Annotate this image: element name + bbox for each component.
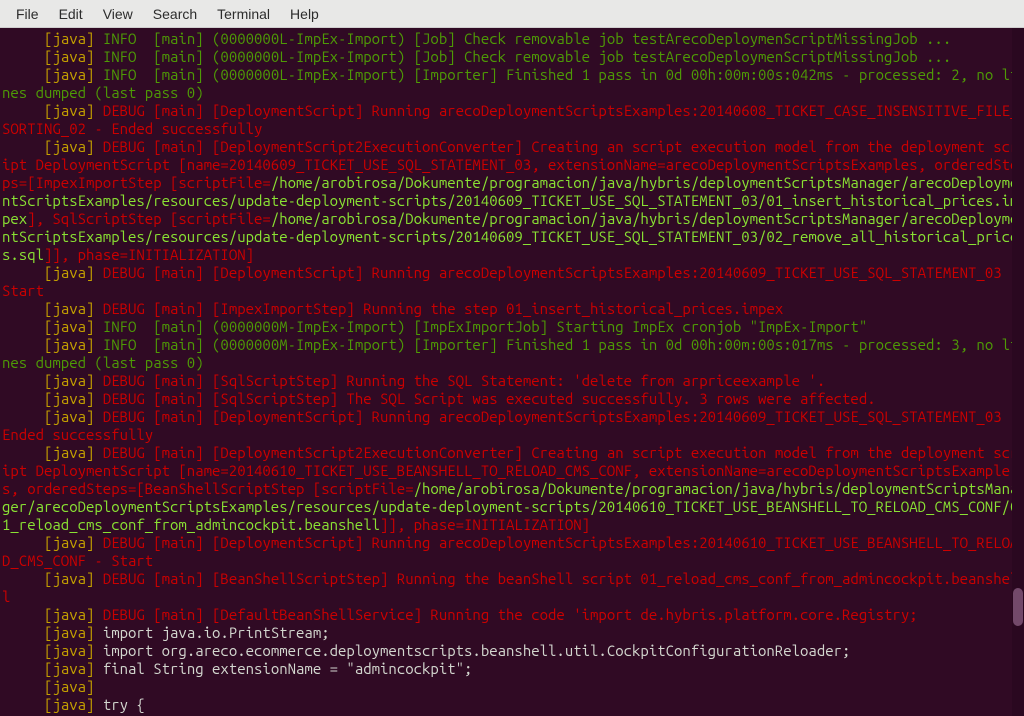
log-segment-debug: DEBUG [main] [SqlScriptStep] Running the… [103,372,825,389]
log-segment-info: INFO [main] (0000000L-ImpEx-Import) [Job… [103,48,951,65]
log-segment-info: INFO [main] (0000000L-ImpEx-Import) [Imp… [2,66,1018,101]
log-line: [java] final String extensionName = "adm… [2,660,1022,678]
log-segment-info: INFO [main] (0000000L-ImpEx-Import) [Job… [103,30,951,47]
log-segment-java: [java] [2,408,103,425]
menu-search[interactable]: Search [143,2,207,26]
log-segment-java: [java] [2,660,103,677]
log-segment-java: [java] [2,300,103,317]
log-line: [java] INFO [main] (0000000M-ImpEx-Impor… [2,336,1022,372]
menu-file[interactable]: File [6,2,49,26]
log-segment-java: [java] [2,390,103,407]
log-segment-plain: import java.io.PrintStream; [103,624,330,641]
log-line: [java] DEBUG [main] [BeanShellScriptStep… [2,570,1022,606]
log-segment-java: [java] [2,30,103,47]
log-segment-debug: DEBUG [main] [DeploymentScript] Running … [2,264,1024,299]
terminal-output[interactable]: [java] INFO [main] (0000000L-ImpEx-Impor… [0,28,1024,716]
log-segment-info: INFO [main] (0000000M-ImpEx-Import) [Imp… [103,318,867,335]
log-segment-plain: final String extensionName = "admincockp… [103,660,473,677]
log-line: [java] INFO [main] (0000000M-ImpEx-Impor… [2,318,1022,336]
log-line: [java] DEBUG [main] [DeploymentScript2Ex… [2,444,1022,534]
log-segment-debug: DEBUG [main] [DeploymentScript] Running … [2,534,1018,569]
menubar: FileEditViewSearchTerminalHelp [0,0,1024,28]
log-line: [java] INFO [main] (0000000L-ImpEx-Impor… [2,30,1022,48]
log-line: [java] try { [2,696,1022,714]
log-line: [java] INFO [main] (0000000L-ImpEx-Impor… [2,66,1022,102]
scrollbar-track[interactable] [1012,28,1024,716]
log-segment-debug: ], SqlScriptStep [scriptFile= [27,210,271,227]
log-segment-java: [java] [2,48,103,65]
log-segment-java: [java] [2,318,103,335]
log-line: [java] INFO [main] (0000000L-ImpEx-Impor… [2,48,1022,66]
log-segment-java: [java] [2,642,103,659]
log-line: [java] DEBUG [main] [DeploymentScript] R… [2,264,1022,300]
log-line: [java] DEBUG [main] [DeploymentScript] R… [2,102,1022,138]
log-segment-debug: ]], phase=INITIALIZATION] [44,246,254,263]
log-line: [java] import org.areco.ecommerce.deploy… [2,642,1022,660]
log-segment-java: [java] [2,372,103,389]
log-line: [java] DEBUG [main] [SqlScriptStep] The … [2,390,1022,408]
menu-edit[interactable]: Edit [49,2,93,26]
log-segment-java: [java] [2,534,103,551]
log-segment-java: [java] [2,678,94,695]
menu-help[interactable]: Help [280,2,329,26]
log-segment-debug: DEBUG [main] [DefaultBeanShellService] R… [103,606,918,623]
log-segment-java: [java] [2,696,103,713]
log-segment-java: [java] [2,264,103,281]
log-line: [java] DEBUG [main] [DeploymentScript] R… [2,408,1022,444]
log-segment-java: [java] [2,606,103,623]
log-segment-plain: try { [103,696,145,713]
scrollbar-thumb[interactable] [1013,588,1023,626]
log-segment-debug: DEBUG [main] [BeanShellScriptStep] Runni… [2,570,1018,605]
log-segment-plain: import org.areco.ecommerce.deploymentscr… [103,642,851,659]
log-segment-java: [java] [2,570,103,587]
menu-view[interactable]: View [93,2,143,26]
log-line: [java] DEBUG [main] [ImpexImportStep] Ru… [2,300,1022,318]
log-segment-info: INFO [main] (0000000M-ImpEx-Import) [Imp… [2,336,1018,371]
log-segment-java: [java] [2,102,103,119]
log-line: [java] DEBUG [main] [DefaultBeanShellSer… [2,606,1022,624]
log-segment-debug: DEBUG [main] [ImpexImportStep] Running t… [103,300,783,317]
log-line: [java] DEBUG [main] [DeploymentScript] R… [2,534,1022,570]
menu-terminal[interactable]: Terminal [207,2,280,26]
log-line: [java] import java.io.PrintStream; [2,624,1022,642]
log-line: [java] DEBUG [main] [SqlScriptStep] Runn… [2,372,1022,390]
log-segment-debug: ]], phase=INITIALIZATION] [380,516,590,533]
log-segment-java: [java] [2,138,103,155]
log-segment-java: [java] [2,624,103,641]
log-segment-debug: DEBUG [main] [DeploymentScript] Running … [2,102,1018,137]
log-segment-java: [java] [2,66,103,83]
log-line: [java] DEBUG [main] [DeploymentScript2Ex… [2,138,1022,264]
log-line: [java] [2,678,1022,696]
log-segment-java: [java] [2,336,103,353]
log-segment-debug: DEBUG [main] [SqlScriptStep] The SQL Scr… [103,390,876,407]
log-segment-java: [java] [2,444,103,461]
log-segment-debug: DEBUG [main] [DeploymentScript] Running … [2,408,1024,443]
